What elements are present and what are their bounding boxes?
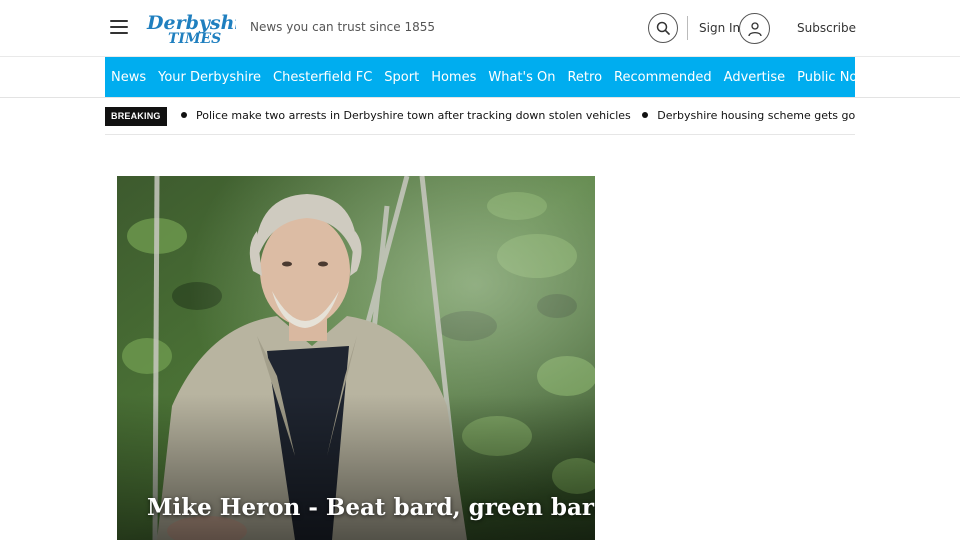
breaking-ticker: Police make two arrests in Derbyshire to… [181, 109, 855, 122]
bullet-icon [642, 112, 649, 118]
nav-item-whats-on[interactable]: What's On [488, 70, 555, 85]
nav-item-news[interactable]: News [111, 70, 146, 85]
hero-headline[interactable]: Mike Heron - Beat bard, green bard [147, 494, 595, 521]
site-logo[interactable]: Derbyshire TIMES [146, 11, 236, 45]
nav-item-your-derbyshire[interactable]: Your Derbyshire [158, 70, 261, 85]
nav-item-public-notices[interactable]: Public Notices [797, 70, 888, 85]
account-button[interactable] [739, 13, 770, 44]
breaking-badge: BREAKING [105, 107, 167, 126]
tagline: News you can trust since 1855 [250, 20, 436, 34]
hero-article[interactable]: Mike Heron - Beat bard, green bard [117, 176, 595, 540]
ticker-headline-text: Derbyshire housing scheme gets go-ahead … [657, 109, 855, 122]
nav-item-chesterfield-fc[interactable]: Chesterfield FC [273, 70, 372, 85]
search-button[interactable] [648, 13, 678, 43]
breaking-news-bar: BREAKING Police make two arrests in Derb… [105, 98, 855, 135]
subscribe-link[interactable]: Subscribe [797, 21, 856, 35]
sign-in-link[interactable]: Sign In [699, 21, 740, 35]
nav-item-retro[interactable]: Retro [567, 70, 602, 85]
nav-item-advertise[interactable]: Advertise [724, 70, 785, 85]
nav-band: News Your Derbyshire Chesterfield FC Spo… [0, 57, 960, 98]
nav-item-homes[interactable]: Homes [431, 70, 476, 85]
user-icon [747, 21, 762, 36]
bullet-icon [181, 112, 187, 118]
ticker-headline-text: Police make two arrests in Derbyshire to… [196, 109, 631, 122]
svg-text:TIMES: TIMES [168, 31, 221, 45]
nav-item-recommended[interactable]: Recommended [614, 70, 712, 85]
ticker-headline[interactable]: Police make two arrests in Derbyshire to… [181, 109, 631, 122]
hero-image [117, 176, 595, 540]
main-nav: News Your Derbyshire Chesterfield FC Spo… [105, 57, 888, 97]
nav-item-sport[interactable]: Sport [384, 70, 419, 85]
menu-icon[interactable] [110, 20, 128, 34]
header-divider [687, 16, 688, 40]
ticker-headline[interactable]: Derbyshire housing scheme gets go-ahead … [642, 109, 855, 122]
search-icon [656, 21, 670, 35]
site-header: Derbyshire TIMES News you can trust sinc… [0, 0, 960, 57]
